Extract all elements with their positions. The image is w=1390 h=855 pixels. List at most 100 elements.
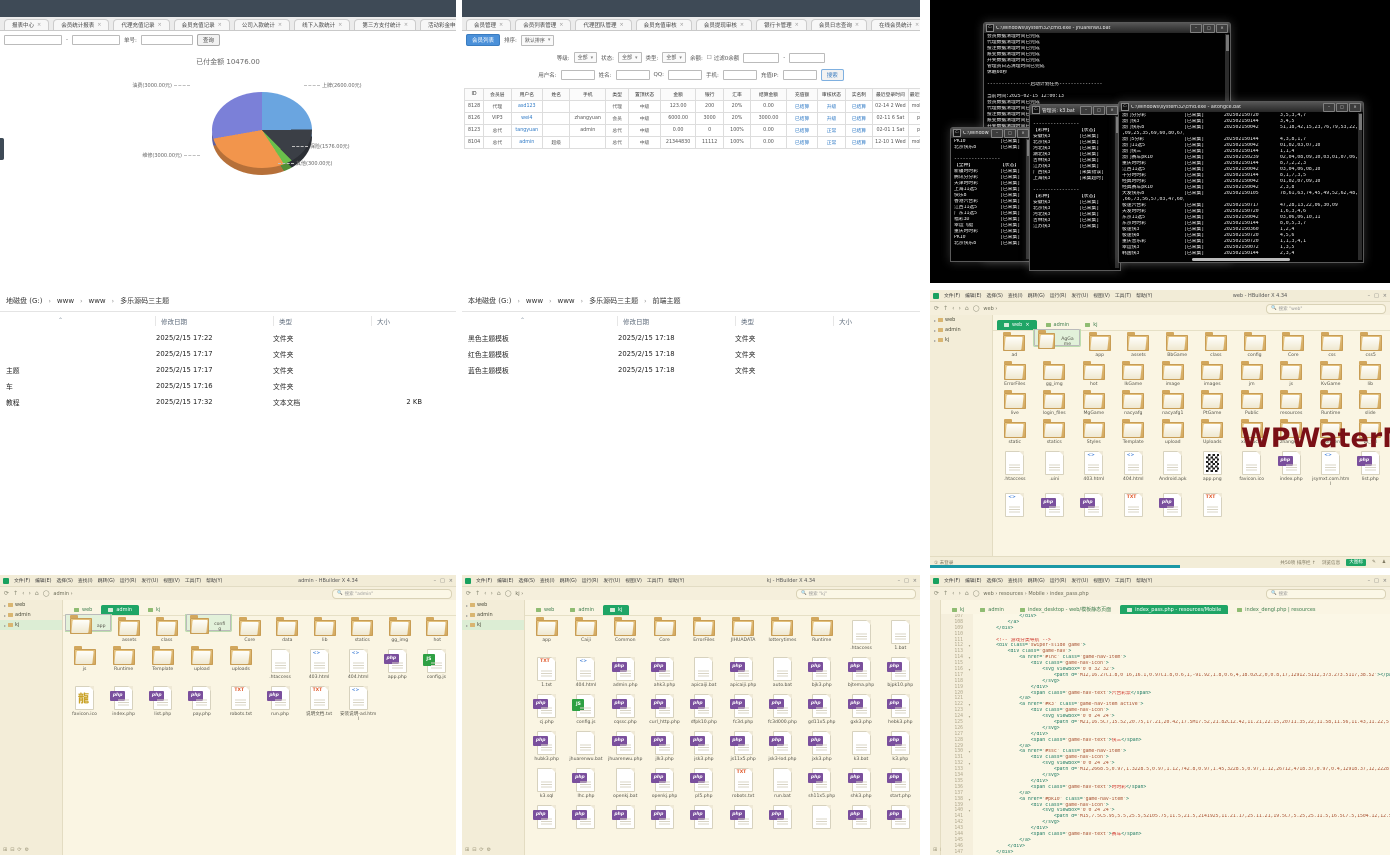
balance-from-input[interactable] xyxy=(743,53,779,63)
minimize-button[interactable]: – xyxy=(1190,24,1202,33)
file-item[interactable]: phpk3.php xyxy=(881,725,920,762)
file-item[interactable]: php xyxy=(1035,487,1075,519)
menu-item[interactable]: 文件(F) xyxy=(944,577,960,584)
maximize-button[interactable]: □ xyxy=(1004,129,1016,138)
file-item[interactable]: phpshk3.php xyxy=(841,762,880,799)
admin-tab[interactable]: 代理充值记录× xyxy=(113,19,169,30)
tree-item-web[interactable]: ▸web xyxy=(930,315,992,325)
cmd-title-bar[interactable]: C:C:\Windows\system32\cmd.exe - aitongce… xyxy=(1119,102,1363,112)
file-item[interactable]: KvGame xyxy=(1311,358,1351,387)
close-icon[interactable]: × xyxy=(37,22,41,28)
menu-item[interactable]: 工具(T) xyxy=(185,577,201,584)
maximize-button[interactable]: □ xyxy=(1203,24,1215,33)
menu-item[interactable]: 发行(U) xyxy=(1071,292,1088,299)
file-item[interactable]: login_files xyxy=(1035,387,1075,416)
file-item[interactable]: 龍favicon.ico xyxy=(65,680,104,722)
file-item[interactable]: php xyxy=(566,799,605,831)
close-button[interactable]: × xyxy=(449,578,453,584)
file-item[interactable]: phpdfpk10.php xyxy=(684,688,723,725)
cmd-title-bar[interactable]: C:管理员: k3.bat–□× xyxy=(1030,105,1120,115)
menu-item[interactable]: 跳转(G) xyxy=(560,577,577,584)
minimize-button[interactable]: – xyxy=(1080,106,1092,115)
file-item[interactable]: .htaccess xyxy=(841,614,880,651)
file-item[interactable]: config xyxy=(186,614,232,631)
cmd-title-bar[interactable]: C:C:\Windows\system32\cmd.exe–□× xyxy=(951,128,1031,138)
file-item[interactable]: phpindex.php xyxy=(104,680,143,722)
file-item[interactable]: <>403.html xyxy=(1074,445,1114,487)
close-icon[interactable]: × xyxy=(680,22,684,28)
close-icon[interactable]: × xyxy=(278,22,282,28)
file-item[interactable]: Core xyxy=(231,614,269,643)
file-item[interactable]: TXTrobots.txt xyxy=(221,680,260,722)
menu-item[interactable]: 编辑(E) xyxy=(965,577,981,584)
menu-item[interactable]: 运行(R) xyxy=(582,577,599,584)
tree-item-web[interactable]: ▸web xyxy=(0,600,62,610)
file-item[interactable]: css5 xyxy=(1351,329,1390,358)
admin-tab[interactable]: 会员日志查询× xyxy=(811,19,867,30)
file-item[interactable]: hot xyxy=(1074,358,1114,387)
file-item[interactable]: phpbjpk10.php xyxy=(881,651,920,688)
username-link[interactable]: wei4 xyxy=(511,113,543,125)
file-item[interactable]: PtGame xyxy=(1193,387,1233,416)
file-item[interactable]: 1.bat xyxy=(881,614,920,651)
file-item[interactable]: openkj.bat xyxy=(606,762,645,799)
file-item[interactable]: php xyxy=(684,799,723,831)
file-item[interactable]: php xyxy=(723,799,762,831)
file-item[interactable]: upload xyxy=(1153,416,1193,445)
file-item[interactable]: .uini xyxy=(1035,445,1075,487)
file-item[interactable]: <> xyxy=(995,487,1035,519)
menu-item[interactable]: 跳转(G) xyxy=(1028,292,1045,299)
scrollbar-thumb[interactable] xyxy=(1359,114,1362,130)
menu-item[interactable]: 发行(U) xyxy=(141,577,158,584)
file-item[interactable]: phprun.php xyxy=(260,680,299,722)
file-item[interactable]: slide xyxy=(1351,387,1390,416)
date-from-input[interactable] xyxy=(4,35,62,45)
window-title-bar[interactable]: 文件(F)编辑(E)选择(S)查找(I)跳转(G)运行(R)发行(U)视图(V)… xyxy=(930,290,1390,302)
file-item[interactable]: <>安装说明-ad.html xyxy=(339,680,378,722)
misc-icon[interactable]: ♟ xyxy=(1382,560,1386,565)
menu-item[interactable]: 选择(S) xyxy=(986,292,1002,299)
filter-input[interactable] xyxy=(561,70,595,80)
file-item[interactable]: phpstart.php xyxy=(881,762,920,799)
file-item[interactable]: phpfc3d000.php xyxy=(763,688,802,725)
close-icon[interactable]: × xyxy=(1025,322,1029,328)
file-item[interactable]: phpbjtema.php xyxy=(841,651,880,688)
close-icon[interactable]: × xyxy=(404,22,408,28)
minimize-button[interactable]: – xyxy=(434,578,437,584)
file-item[interactable]: Styles xyxy=(1074,416,1114,445)
file-item[interactable]: Caiji xyxy=(566,614,605,651)
file-item[interactable]: JSconfig.js xyxy=(566,688,605,725)
file-item[interactable]: AgGame xyxy=(1034,329,1081,346)
file-item[interactable]: phpopenkj.php xyxy=(645,762,684,799)
admin-tab[interactable]: 会员充值审核× xyxy=(636,19,692,30)
view-mode-badge[interactable]: 大图标 xyxy=(1346,559,1366,566)
file-item[interactable]: TXT xyxy=(1193,487,1233,519)
menu-item[interactable]: 视图(V) xyxy=(1093,577,1110,584)
minimize-button[interactable]: – xyxy=(898,578,901,584)
gear-icon[interactable]: ⚙ xyxy=(487,847,491,853)
file-item[interactable]: gg_img xyxy=(1035,358,1075,387)
path-breadcrumb[interactable]: web › xyxy=(983,306,997,312)
close-button[interactable]: × xyxy=(1349,103,1361,112)
file-item[interactable]: apicaiji.bat xyxy=(684,651,723,688)
tree-item-kj[interactable]: ▸kj xyxy=(0,620,62,630)
file-item[interactable]: php xyxy=(645,799,684,831)
menu-item[interactable]: 视图(V) xyxy=(625,577,642,584)
file-item[interactable]: class xyxy=(148,614,186,643)
file-item[interactable]: image xyxy=(1153,358,1193,387)
file-item[interactable]: phpahk3.php xyxy=(645,651,684,688)
sort-select[interactable]: 默认排序▾ xyxy=(521,35,555,46)
file-item[interactable]: Runtime xyxy=(1311,387,1351,416)
member-list-button[interactable]: 会员列表 xyxy=(466,34,500,46)
column-header[interactable]: 类型 xyxy=(273,316,371,326)
breadcrumb-item[interactable]: www xyxy=(57,297,74,305)
file-item[interactable]: upload xyxy=(182,643,221,680)
file-item[interactable]: ad xyxy=(995,329,1034,358)
admin-tab[interactable]: 银行卡管理× xyxy=(756,19,807,30)
menu-item[interactable]: 编辑(E) xyxy=(965,292,981,299)
admin-tab[interactable]: 在线会员统计× xyxy=(871,19,920,30)
path-breadcrumb[interactable]: admin › xyxy=(53,591,72,597)
menu-item[interactable]: 帮助(Y) xyxy=(206,577,222,584)
file-item[interactable]: TXT说明文档.txt xyxy=(300,680,339,722)
file-item[interactable]: Runtime xyxy=(104,643,143,680)
